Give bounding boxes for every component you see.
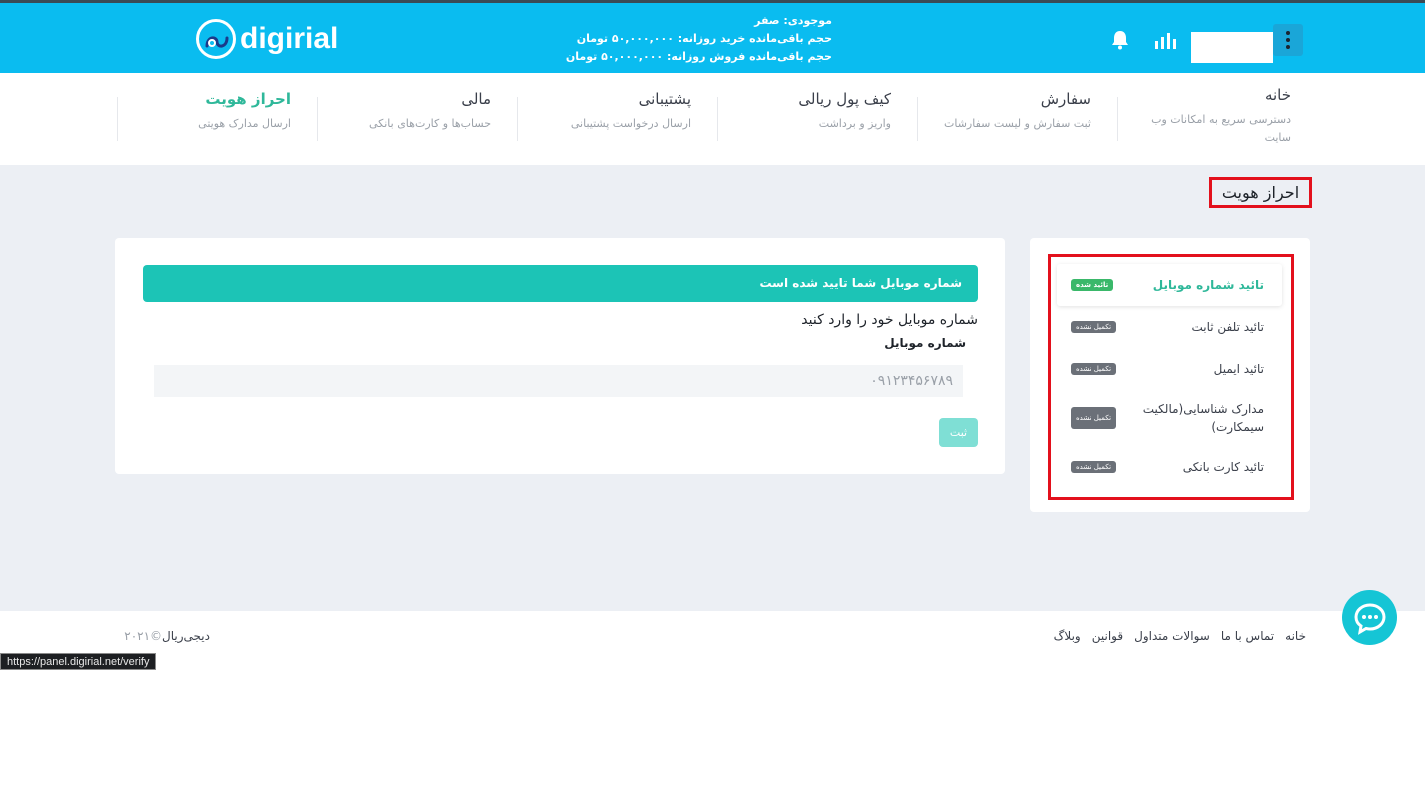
balance-line: موجودی: صفر [754,14,832,27]
nav-divider [517,97,518,141]
footer-links: خانه تماس با ما سوالات متداول قوانین وبل… [1030,629,1306,643]
user-account-box[interactable] [1191,32,1273,63]
nav-divider [717,97,718,141]
top-header: digirial موجودی: صفر حجم باقی‌مانده خرید… [0,0,1425,73]
step-bank-card[interactable]: تائید کارت بانکی تکمیل نشده [1057,446,1282,488]
status-badge: تائید شده [1071,279,1114,291]
step-label: تائید تلفن ثابت [1191,320,1264,334]
status-badge: تکمیل نشده [1071,321,1117,333]
nav-item-title: احراز هویت [205,90,291,108]
main-nav: خانه دسترسی سریع به امکانات وب سایت سفار… [117,73,1317,165]
footer-link-home[interactable]: خانه [1285,629,1306,643]
step-label: تائید شماره موبایل [1152,278,1264,292]
step-label: مدارک شناسایی(مالکیت سیمکارت) [1142,402,1264,434]
status-badge: تکمیل نشده [1071,461,1117,473]
balance-info: موجودی: صفر حجم باقی‌مانده خرید روزانه: … [560,12,832,66]
nav-item-financial[interactable]: مالی حساب‌ها و کارت‌های بانکی [317,73,517,165]
nav-item-support[interactable]: پشتیبانی ارسال درخواست پشتیبانی [517,73,717,165]
step-label: تائید ایمیل [1213,362,1264,376]
nav-item-title: خانه [1264,86,1291,104]
step-email[interactable]: تائید ایمیل تکمیل نشده [1057,348,1282,390]
daily-sell-line: حجم باقی‌مانده فروش روزانه: ۵۰,۰۰۰,۰۰۰ ت… [565,50,832,63]
nav-divider [1117,97,1118,141]
daily-buy-line: حجم باقی‌مانده خرید روزانه: ۵۰,۰۰۰,۰۰۰ ت… [576,32,832,45]
nav-item-subtitle: ارسال مدارک هویتی [198,117,291,130]
status-bar-url: https://panel.digirial.net/verify [0,653,157,670]
nav-item-verification[interactable]: احراز هویت ارسال مدارک هویتی [117,73,317,165]
status-badge: تکمیل نشده [1071,407,1117,429]
mobile-input[interactable] [154,365,963,397]
copyright-year: ©۲۰۲۱ [124,629,163,643]
logo-text: digirial [240,22,339,55]
nav-divider [317,97,318,141]
nav-item-title: مالی [461,90,491,108]
nav-item-subtitle: دسترسی سریع به امکانات وب سایت [1151,113,1291,144]
step-landline[interactable]: تائید تلفن ثابت تکمیل نشده [1057,306,1282,348]
step-label: تائید کارت بانکی [1182,460,1264,474]
nav-item-home[interactable]: خانه دسترسی سریع به امکانات وب سایت [1117,73,1317,165]
chat-icon[interactable] [1342,590,1397,645]
nav-item-orders[interactable]: سفارش ثبت سفارش و لیست سفارشات [917,73,1117,165]
logo[interactable]: digirial [196,18,338,60]
mobile-field-label: شماره موبایل [884,336,966,350]
footer-link-contact[interactable]: تماس با ما [1221,629,1274,643]
form-prompt: شماره موبایل خود را وارد کنید [801,312,978,328]
nav-item-subtitle: حساب‌ها و کارت‌های بانکی [368,117,491,130]
step-id-documents[interactable]: مدارک شناسایی(مالکیت سیمکارت) تکمیل نشده [1057,390,1282,446]
nav-divider [917,97,918,141]
page-title: احراز هویت [1209,177,1312,208]
success-alert: شماره موبایل شما تایید شده است [143,265,978,302]
nav-item-title: سفارش [1040,90,1091,108]
kebab-menu-icon[interactable] [1273,24,1303,56]
nav-item-subtitle: واریز و برداشت [818,117,891,130]
nav-item-subtitle: ثبت سفارش و لیست سفارشات [943,117,1091,130]
nav-item-title: کیف پول ریالی [798,90,891,108]
footer-link-blog[interactable]: وبلاگ [1054,629,1081,643]
footer-link-rules[interactable]: قوانین [1092,629,1123,643]
status-badge: تکمیل نشده [1071,363,1117,375]
submit-button[interactable]: ثبت [939,418,978,447]
verification-steps-list: تائید شماره موبایل تائید شده تائید تلفن … [1057,264,1282,488]
nav-item-title: پشتیبانی [638,90,691,108]
copyright: دیجی‌ریال©۲۰۲۱ [100,629,210,643]
nav-item-subtitle: ارسال درخواست پشتیبانی [570,117,691,130]
step-mobile[interactable]: تائید شماره موبایل تائید شده [1057,264,1282,306]
bar-chart-icon[interactable] [1154,31,1176,49]
copyright-brand: دیجی‌ریال [162,629,210,643]
logo-icon [196,19,236,59]
footer-link-faq[interactable]: سوالات متداول [1134,629,1210,643]
nav-item-rial-wallet[interactable]: کیف پول ریالی واریز و برداشت [717,73,917,165]
nav-divider [117,97,118,141]
bell-icon[interactable] [1110,29,1130,51]
